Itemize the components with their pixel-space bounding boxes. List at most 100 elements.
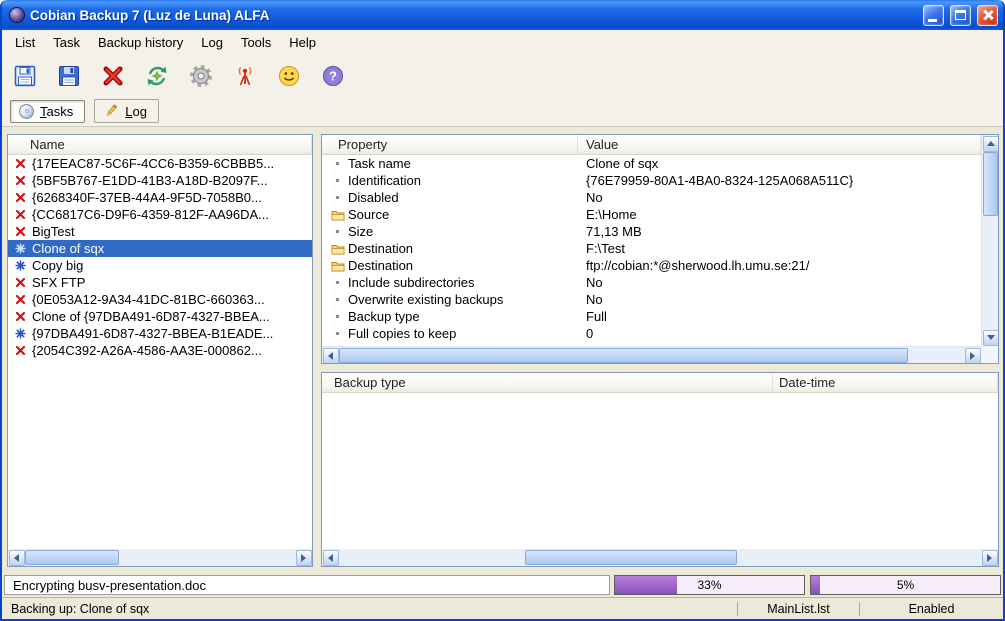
maximize-icon [955, 10, 966, 20]
property-row[interactable]: Task name Clone of sqx [322, 155, 981, 172]
refresh-button[interactable] [140, 58, 174, 94]
menu-item[interactable]: List [6, 32, 44, 53]
floppy-outline-icon [12, 63, 38, 89]
history-hscrollbar[interactable] [322, 549, 998, 566]
property-row[interactable]: Include subdirectories No [322, 274, 981, 291]
bullet-icon [336, 196, 339, 199]
property-row[interactable]: Destination F:\Test [322, 240, 981, 257]
tab-bar: Tasks Log [2, 98, 1003, 127]
bullet-icon [336, 230, 339, 233]
minimize-button[interactable] [923, 5, 944, 26]
task-row[interactable]: BigTest [8, 223, 312, 240]
property-row[interactable]: Backup type Full [322, 308, 981, 325]
scroll-thumb[interactable] [339, 348, 908, 363]
save-button[interactable] [52, 58, 86, 94]
menu-item[interactable]: Task [44, 32, 89, 53]
properties-vscrollbar[interactable] [981, 135, 998, 346]
property-name: Include subdirectories [348, 275, 474, 290]
task-row[interactable]: {6268340F-37EB-44A4-9F5D-7058B0... [8, 189, 312, 206]
property-name: Task name [348, 156, 411, 171]
scroll-thumb[interactable] [525, 550, 737, 565]
column-header-date-time[interactable]: Date-time [773, 373, 998, 392]
task-row[interactable]: {17EEAC87-5C6F-4CC6-B359-6CBBB5... [8, 155, 312, 172]
property-row[interactable]: Destination ftp://cobian:*@sherwood.lh.u… [322, 257, 981, 274]
deleted-task-icon [15, 294, 26, 305]
menu-item[interactable]: Tools [232, 32, 280, 53]
menu-item[interactable]: Log [192, 32, 232, 53]
scroll-right-button[interactable] [982, 550, 998, 566]
scroll-track[interactable] [339, 347, 964, 363]
file-progress-bar: 33% [614, 575, 805, 595]
bullet-icon [336, 281, 339, 284]
close-button[interactable] [977, 5, 998, 26]
scroll-left-button[interactable] [323, 348, 339, 364]
column-header-value[interactable]: Value [578, 135, 981, 154]
task-list: {17EEAC87-5C6F-4CC6-B359-6CBBB5... [8, 155, 312, 549]
delete-task-button[interactable] [96, 58, 130, 94]
property-value: 0 [578, 326, 981, 341]
deleted-task-icon [15, 158, 26, 169]
title-bar: Cobian Backup 7 (Luz de Luna) ALFA [2, 0, 1003, 30]
column-header-name[interactable]: Name [8, 135, 312, 154]
task-row[interactable]: Clone of sqx [8, 240, 312, 257]
property-row[interactable]: Disabled No [322, 189, 981, 206]
scroll-left-button[interactable] [9, 550, 25, 566]
task-name: Copy big [32, 258, 83, 273]
window-title: Cobian Backup 7 (Luz de Luna) ALFA [30, 8, 917, 23]
task-list-hscrollbar[interactable] [8, 549, 312, 566]
property-row[interactable]: Source E:\Home [322, 206, 981, 223]
red-x-icon [100, 63, 126, 89]
task-row[interactable]: {CC6817C6-D9F6-4359-812F-AA96DA... [8, 206, 312, 223]
tab-log[interactable]: Log [94, 99, 159, 123]
property-row[interactable]: Identification {76E79959-80A1-4BA0-8324-… [322, 172, 981, 189]
active-task-icon [15, 243, 26, 254]
property-name: Identification [348, 173, 421, 188]
scroll-down-button[interactable] [983, 330, 999, 346]
property-row[interactable]: Size 71,13 MB [322, 223, 981, 240]
bullet-icon [336, 315, 339, 318]
column-header-backup-type[interactable]: Backup type [322, 373, 773, 392]
tab-tasks[interactable]: Tasks [10, 100, 85, 123]
task-row[interactable]: {97DBA491-6D87-4327-BBEA-B1EADE... [8, 325, 312, 342]
app-icon [9, 7, 25, 23]
status-bar: Backing up: Clone of sqx MainList.lst En… [2, 597, 1003, 619]
left-arrow-icon [14, 554, 19, 562]
task-name: Clone of sqx [32, 241, 104, 256]
remote-button[interactable] [228, 58, 262, 94]
task-row[interactable]: Copy big [8, 257, 312, 274]
scroll-track[interactable] [982, 152, 998, 329]
left-arrow-icon [328, 352, 333, 360]
property-name: Destination [348, 241, 413, 256]
column-header-property[interactable]: Property [322, 135, 578, 154]
scroll-thumb[interactable] [983, 152, 998, 216]
task-row[interactable]: {0E053A12-9A34-41DC-81BC-660363... [8, 291, 312, 308]
task-name: {2054C392-A26A-4586-AA3E-000862... [32, 343, 262, 358]
property-value: 71,13 MB [578, 224, 981, 239]
menu-item[interactable]: Help [280, 32, 325, 53]
active-task-icon [15, 328, 26, 339]
scroll-track[interactable] [25, 549, 295, 566]
scroll-track[interactable] [339, 549, 981, 566]
scroll-thumb[interactable] [25, 550, 119, 565]
menu-item[interactable]: Backup history [89, 32, 192, 53]
task-row[interactable]: {2054C392-A26A-4586-AA3E-000862... [8, 342, 312, 359]
task-row[interactable]: {5BF5B767-E1DD-41B3-A18D-B2097F... [8, 172, 312, 189]
property-row[interactable]: Overwrite existing backups No [322, 291, 981, 308]
help-button[interactable]: ? [316, 58, 350, 94]
scroll-right-button[interactable] [965, 348, 981, 364]
maximize-button[interactable] [950, 5, 971, 26]
new-backup-button[interactable] [8, 58, 42, 94]
property-row[interactable]: Full copies to keep 0 [322, 325, 981, 342]
task-name: {6268340F-37EB-44A4-9F5D-7058B0... [32, 190, 262, 205]
options-button[interactable] [184, 58, 218, 94]
properties-hscrollbar[interactable] [322, 346, 981, 363]
about-button[interactable] [272, 58, 306, 94]
task-row[interactable]: SFX FTP [8, 274, 312, 291]
active-task-icon [15, 260, 26, 271]
properties-panel: Property Value [321, 134, 999, 364]
scroll-left-button[interactable] [323, 550, 339, 566]
left-arrow-icon [328, 554, 333, 562]
scroll-up-button[interactable] [983, 136, 999, 152]
scroll-right-button[interactable] [296, 550, 312, 566]
task-row[interactable]: Clone of {97DBA491-6D87-4327-BBEA... [8, 308, 312, 325]
